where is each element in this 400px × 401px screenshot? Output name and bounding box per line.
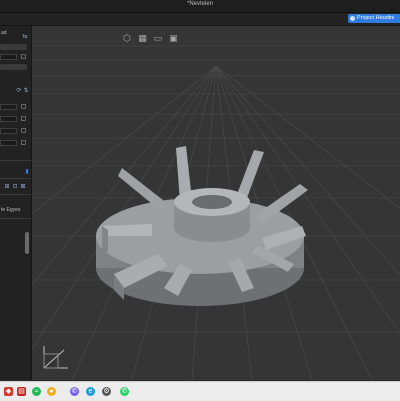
panel-toggle-icon[interactable]: ▮ xyxy=(24,169,30,175)
panel-header-bar xyxy=(0,44,27,50)
panel-sort-icon[interactable]: ⇅ xyxy=(23,88,29,94)
panel-tool-icon[interactable]: ⊡ xyxy=(12,184,18,190)
panel-checkbox[interactable] xyxy=(21,104,26,109)
top-toolbar: Project Houdini xyxy=(0,13,400,26)
start-icon[interactable]: ◆ xyxy=(4,387,13,396)
panel-field[interactable] xyxy=(0,140,17,146)
panel-field[interactable] xyxy=(0,116,17,122)
model-blade xyxy=(102,224,152,236)
panel-settings-icon[interactable]: ⇆ xyxy=(22,34,28,40)
panel-field[interactable] xyxy=(0,104,17,110)
model-blade xyxy=(102,226,108,252)
3d-viewport[interactable]: ⬡ ▦ ▭ ▣ xyxy=(32,26,400,380)
title-bar: *Nevtelen xyxy=(0,0,400,13)
panel-divider xyxy=(0,160,31,161)
panel-section-bar xyxy=(0,64,27,70)
whatsapp-icon[interactable]: ✆ xyxy=(120,387,129,396)
panel-refresh-icon[interactable]: ⟳ xyxy=(16,88,22,94)
panel-title: ad xyxy=(1,30,7,36)
edge-icon[interactable]: e xyxy=(86,387,95,396)
panel-checkbox[interactable] xyxy=(21,116,26,121)
panel-field[interactable] xyxy=(0,128,17,134)
window-title: *Nevtelen xyxy=(186,1,213,7)
project-button-label: Project Houdini xyxy=(357,15,395,21)
model-hub-bottom xyxy=(174,214,250,242)
impeller-model xyxy=(96,146,308,306)
chrome-icon[interactable]: ● xyxy=(47,387,56,396)
viber-icon[interactable]: ✆ xyxy=(70,387,79,396)
panel-divider xyxy=(0,194,31,195)
panel-checkbox[interactable] xyxy=(21,140,26,145)
panel-divider xyxy=(0,178,31,179)
pdf-icon[interactable]: ▤ xyxy=(17,387,26,396)
axis-gizmo-icon[interactable] xyxy=(38,338,74,374)
left-panel: ad ⇆ ⟳ ⇅ ▮ ⊞ ⊡ ⊠ te Egyes xyxy=(0,26,32,380)
panel-tabs-label[interactable]: te Egyes xyxy=(1,207,20,213)
panel-divider xyxy=(0,218,31,219)
project-icon xyxy=(350,16,355,21)
panel-scrollbar[interactable] xyxy=(25,232,29,254)
panel-tool-icon[interactable]: ⊞ xyxy=(4,184,10,190)
panel-checkbox[interactable] xyxy=(21,54,26,59)
panel-field[interactable] xyxy=(0,54,17,60)
panel-tool-icon[interactable]: ⊠ xyxy=(20,184,26,190)
os-taskbar: ◆ ▤ ≈ ● ✆ e ⚙ ✆ xyxy=(0,381,400,401)
project-button[interactable]: Project Houdini xyxy=(348,14,400,23)
settings-icon[interactable]: ⚙ xyxy=(102,387,111,396)
panel-checkbox[interactable] xyxy=(21,128,26,133)
model-hub-hole xyxy=(192,195,232,209)
spotify-icon[interactable]: ≈ xyxy=(32,387,41,396)
